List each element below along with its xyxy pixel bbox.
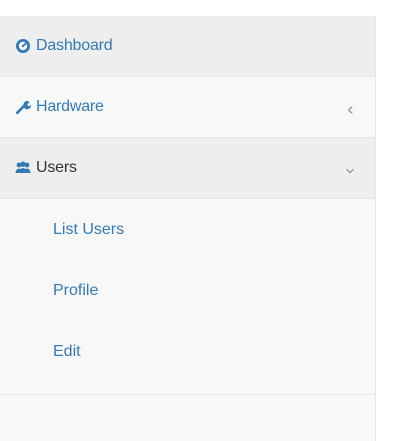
subnav-item-edit[interactable]: Edit [0,321,375,382]
sidebar-item-dashboard[interactable]: Dashboard [0,16,375,77]
subnav-item-list-users[interactable]: List Users [0,199,375,260]
sidebar-item-label: Hardware [36,98,104,115]
subnav-item-profile[interactable]: Profile [0,260,375,321]
users-subnav: List Users Profile Edit [0,199,375,395]
chevron-left-icon[interactable] [345,102,355,114]
users-icon [14,159,32,177]
subnav-item-label: List Users [53,220,125,238]
subnav-item-label: Profile [53,281,99,299]
sidebar: Dashboard Hardware Users List Users Prof… [0,16,376,441]
sidebar-item-label: Dashboard [36,37,113,54]
chevron-down-icon[interactable] [345,163,355,174]
wrench-icon [14,98,32,116]
sidebar-item-users[interactable]: Users [0,138,375,199]
dashboard-icon [14,37,32,55]
page: Dashboard Hardware Users List Users Prof… [0,0,395,441]
sidebar-item-hardware[interactable]: Hardware [0,77,375,138]
sidebar-item-label: Users [36,159,77,176]
subnav-item-label: Edit [53,342,81,360]
top-strip [0,0,395,16]
